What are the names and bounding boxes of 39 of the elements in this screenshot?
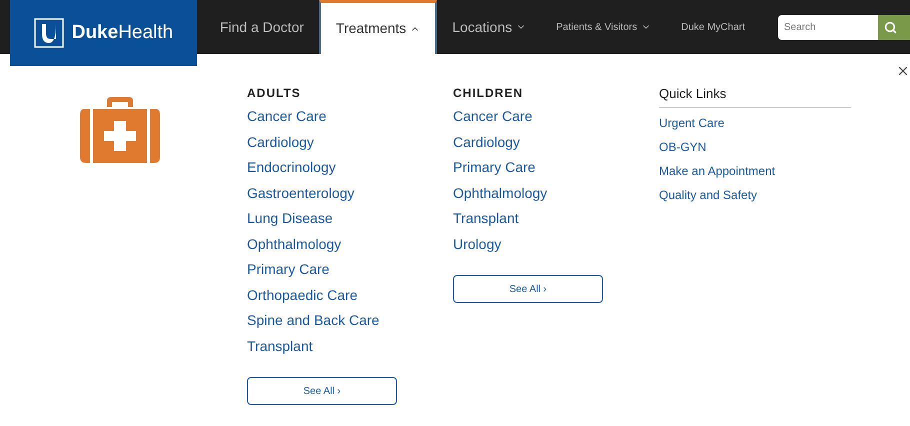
search-field[interactable]: Search xyxy=(778,14,878,40)
menu-link[interactable]: Endocrinology xyxy=(247,157,336,182)
menu-link[interactable]: Transplant xyxy=(453,208,519,234)
nav-tab[interactable]: Locations xyxy=(437,0,542,54)
menu-link[interactable]: Urology xyxy=(453,234,502,259)
menu-link[interactable]: Spine and Back Care xyxy=(247,310,380,336)
menu-link[interactable]: Lung Disease xyxy=(247,208,333,234)
close-button[interactable] xyxy=(896,64,910,78)
medical-kit-icon xyxy=(80,97,160,163)
menu-link[interactable]: Cancer Care xyxy=(247,106,326,132)
menu-link[interactable]: Primary Care xyxy=(453,157,536,182)
menu-link[interactable]: Gastroenterology xyxy=(247,182,354,208)
menu-link[interactable]: Cardiology xyxy=(453,132,520,157)
shield-logo-icon xyxy=(34,18,64,48)
column-heading: ADULTS xyxy=(247,85,302,102)
logo-panel[interactable]: DukeHealth xyxy=(10,0,197,66)
menu-link[interactable]: Orthopaedic Care xyxy=(247,284,358,310)
menu-link[interactable]: Primary Care xyxy=(247,259,330,284)
menu-link[interactable]: Cardiology xyxy=(247,132,314,157)
nav-tab[interactable]: Patients & Visitors xyxy=(541,0,666,54)
close-icon xyxy=(896,64,910,78)
menu-link[interactable]: Cancer Care xyxy=(453,106,532,132)
column-heading: CHILDREN xyxy=(453,85,524,102)
nav-tab[interactable]: Duke MyChart xyxy=(666,0,760,54)
menu-link[interactable]: Ophthalmology xyxy=(453,182,548,208)
nav-tab[interactable]: Find a Doctor xyxy=(204,0,319,54)
search-button[interactable] xyxy=(878,14,910,40)
menu-link[interactable]: Ophthalmology xyxy=(247,234,342,259)
search-icon xyxy=(884,20,897,34)
see-all-button[interactable]: See All › xyxy=(247,377,397,405)
quick-links-heading: Quick Links xyxy=(659,84,851,108)
nav-tab[interactable]: Treatments xyxy=(318,0,438,54)
quick-link[interactable]: Quality and Safety xyxy=(659,186,758,210)
see-all-button[interactable]: See All › xyxy=(453,275,603,303)
quick-link[interactable]: Urgent Care xyxy=(659,114,724,138)
menu-link[interactable]: Transplant xyxy=(247,336,313,361)
logo-wordmark: DukeHealth xyxy=(72,20,174,45)
quick-link[interactable]: OB-GYN xyxy=(659,138,706,162)
quick-link[interactable]: Make an Appointment xyxy=(659,162,776,186)
